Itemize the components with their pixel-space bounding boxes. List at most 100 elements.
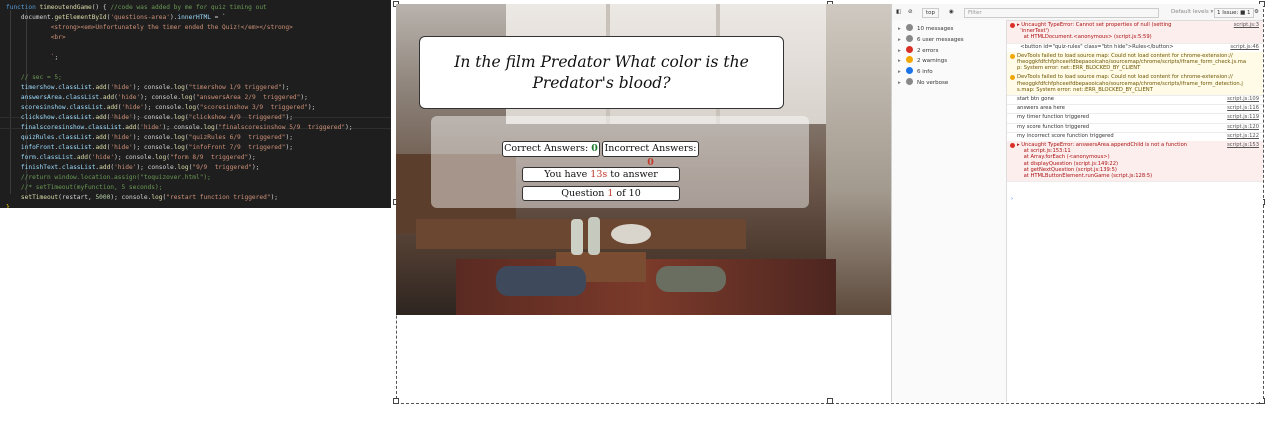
code-line: quizRules.classList.add('hide'); console… [6,133,293,143]
message-level-icon [906,45,913,53]
code-token: log [184,104,197,111]
expand-arrow-icon[interactable]: ▸ [898,46,906,56]
console-filter-input[interactable]: Filter [964,8,1159,18]
code-token: classList [61,164,96,171]
console-filter-label: 6 user messages [917,36,964,43]
source-link[interactable]: script.js:3 [1234,22,1259,28]
context-selector[interactable]: top [922,8,940,18]
expand-arrow-icon[interactable]: ▸ [898,78,906,88]
settings-gear-icon[interactable]: ⚙ [1254,8,1259,16]
code-token: add [95,134,107,141]
code-line: answersArea.classList.add('hide'); conso… [6,93,308,103]
console-message[interactable]: DevTools failed to load source map: Coul… [1007,73,1263,96]
background-bowl [611,224,651,244]
code-token: ); [285,144,293,151]
source-link[interactable]: script.js:46 [1230,44,1259,50]
code-token: classList [58,134,92,141]
code-token: add [95,144,107,151]
code-token: ); [285,134,293,141]
code-token: "form 8/9 triggered" [170,154,249,161]
expand-arrow-icon[interactable]: ▸ [898,67,906,77]
resize-handle[interactable] [393,398,399,404]
code-token: ); [270,194,279,201]
code-token: <br> [6,34,66,41]
code-line: <strong><em>Unfortunately the timer ende… [6,23,293,33]
expand-arrow-icon[interactable]: ▸ [898,56,906,66]
code-token: add [76,154,88,161]
code-token: ); [300,94,308,101]
console-filter-item[interactable]: ▸ 6 user messages [898,34,1004,45]
eye-icon[interactable]: ◉ [949,8,954,16]
code-token: 'hide' [110,114,133,121]
console-filter-item[interactable]: ▸ 10 messages [898,24,1004,34]
console-toolbar: ◧ ⊘ top ◉ Filter Default levels ▾ 1 Issu… [892,4,1263,21]
console-sidebar: ▸ 10 messages ▸ 6 user messages ▸ 2 errors ▸ 2 … [892,20,1007,402]
source-link[interactable]: script.js:122 [1227,133,1259,139]
clear-console-icon[interactable]: ⊘ [908,8,913,16]
code-token: ); console. [143,104,185,111]
code-line: // sec = 5; [6,73,62,83]
code-token: scoresinshow [6,104,66,111]
source-link[interactable]: script.js:153 [1227,142,1259,148]
console-filter-item[interactable]: ▸ No verbose [898,78,1004,88]
code-token: classList [58,114,92,121]
code-token: 'hide' [121,104,144,111]
code-token: finishText [6,164,59,171]
code-line: } [6,203,10,208]
code-token: quizRules [6,134,55,141]
code-token: ); [251,164,260,171]
expand-arrow-icon[interactable]: ▸ [898,24,906,34]
code-token: 'hide' [91,154,115,161]
source-link[interactable]: script.js:119 [1227,114,1259,120]
code-token: "9/9 triggered" [192,164,252,171]
source-link[interactable]: script.js:109 [1227,96,1259,102]
console-message[interactable]: ▸ Uncaught TypeError: Cannot set propert… [1007,21,1263,44]
console-message[interactable]: DevTools failed to load source map: Coul… [1007,51,1263,75]
code-token: log [181,94,193,101]
code-line: setTimeout(restart, 5000); console.log("… [6,193,278,203]
timer-prefix: You have [544,169,591,180]
code-token: finalscoresinshow [6,124,85,131]
expand-arrow-icon[interactable]: ▸ [898,35,906,45]
code-line: clickshow.classList.add('hide'); console… [6,113,293,123]
source-link[interactable]: script.js:120 [1227,124,1259,130]
code-token: //return window.location.assign("toquizo… [6,174,211,181]
quiz-page: In the film Predator What color is the P… [396,4,891,315]
incorrect-answers-counter: Incorrect Answers: 0 [602,141,699,168]
background-pillow [656,266,726,292]
code-token: // sec = 5; [6,74,62,81]
sidebar-toggle-icon[interactable]: ◧ [896,8,901,16]
log-levels-dropdown[interactable]: Default levels ▾ [1171,8,1213,16]
code-token: add [106,104,118,111]
console-filter-item[interactable]: ▸ 2 warnings [898,56,1004,66]
question-counter: Question 1 of 10 [522,186,680,201]
source-link[interactable]: script.js:116 [1227,105,1259,111]
console-message[interactable]: ▸ Uncaught TypeError: answersArea.append… [1007,141,1263,183]
code-token: log [173,134,185,141]
timer-display: You have 13s to answer [522,167,680,182]
devtools-console: ◧ ⊘ top ◉ Filter Default levels ▾ 1 Issu… [891,4,1263,402]
code-token: ); console. [114,154,156,161]
code-editor[interactable]: function timeoutendGame() { //code was a… [0,0,391,208]
code-line: infoFront.classList.add('hide'); console… [6,143,293,153]
code-token: add [99,164,111,171]
message-level-icon [906,78,913,85]
issues-button[interactable]: 1 Issue: ■ 1 [1214,8,1254,18]
code-line: //* setTimeout(myFunction, 5 seconds); [6,183,163,193]
code-line: timershow.classList.add('hide'); console… [6,83,289,93]
code-token: "clickshow 4/9 triggered" [188,114,286,121]
incorrect-answers-label: Incorrect Answers: [604,143,697,154]
message-level-icon [906,24,913,31]
console-prompt-icon[interactable]: › [1011,196,1031,202]
code-token: timeoutendGame [39,4,92,11]
console-filter-item[interactable]: ▸ 2 errors [898,45,1004,56]
code-token: classList [39,154,74,161]
background-vase [571,219,583,255]
code-token: 'questions-area' [110,14,170,21]
console-filter-item[interactable]: ▸ 6 info [898,67,1004,77]
code-line: //return window.location.assign("toquizo… [6,173,211,183]
resize-handle[interactable] [827,398,833,404]
code-token: 'hide' [110,84,133,91]
code-token: "timershow 1/9 triggered" [188,84,282,91]
code-token: ); console. [140,94,182,101]
